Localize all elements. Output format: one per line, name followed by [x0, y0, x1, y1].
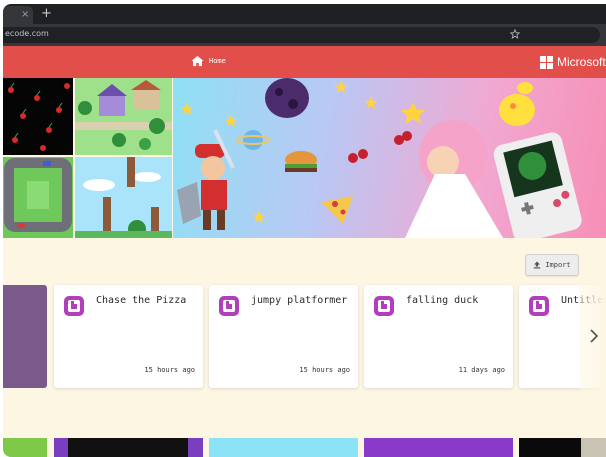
- brand-label: Microsoft: [557, 55, 606, 69]
- hero-tile-racing: [3, 157, 73, 238]
- microsoft-squares-icon: [540, 55, 553, 69]
- characters-artwork: [177, 78, 582, 238]
- project-timestamp: 15 hours ago: [144, 366, 195, 374]
- home-button[interactable]: Home: [191, 55, 226, 67]
- village-image: [75, 78, 172, 155]
- chevron-right-icon[interactable]: [589, 328, 599, 344]
- project-card[interactable]: falling duck 11 days ago: [364, 285, 513, 388]
- gallery-thumbnail[interactable]: [519, 438, 606, 457]
- hero-tile-village: [75, 78, 172, 155]
- star-icon[interactable]: [510, 29, 520, 39]
- app-header: Home Microsoft: [3, 46, 606, 78]
- url-text: ecode.com: [5, 29, 49, 38]
- import-label: Import: [545, 261, 571, 269]
- hero-tile-platformer: [75, 157, 172, 238]
- racing-track-image: [4, 158, 72, 232]
- browser-tab[interactable]: ×: [3, 6, 33, 24]
- project-title: falling duck: [406, 295, 479, 306]
- project-icon: [374, 296, 394, 316]
- project-icon: [529, 296, 549, 316]
- home-label: Home: [209, 57, 226, 65]
- gallery-thumbnail[interactable]: [54, 438, 203, 457]
- home-icon: [191, 55, 204, 67]
- project-timestamp: 15 hours ago: [299, 366, 350, 374]
- project-title: Chase the Pizza: [96, 295, 187, 306]
- hero-illustration: [173, 78, 606, 238]
- tab-close-icon[interactable]: ×: [21, 8, 29, 22]
- hero-tile-cherries: [3, 78, 73, 155]
- project-title: jumpy platformer: [251, 295, 348, 306]
- microsoft-logo[interactable]: Microsoft: [540, 55, 606, 69]
- upload-icon: [534, 261, 541, 269]
- gallery-thumbnail[interactable]: [3, 438, 47, 457]
- new-tab-icon[interactable]: +: [41, 7, 52, 21]
- hero-banner[interactable]: [3, 78, 606, 238]
- url-field[interactable]: ecode.com: [3, 27, 600, 43]
- project-card[interactable]: Chase the Pizza 15 hours ago: [54, 285, 203, 388]
- project-card-partial[interactable]: [3, 285, 47, 388]
- platformer-image: [75, 157, 172, 238]
- project-card[interactable]: jumpy platformer 15 hours ago: [209, 285, 358, 388]
- gallery-thumbnail[interactable]: [364, 438, 513, 457]
- browser-tab-bar: × +: [3, 4, 606, 24]
- address-bar: ecode.com: [3, 24, 606, 46]
- browser-window: × + ecode.com Home Microsoft Import Chas…: [3, 4, 606, 457]
- project-icon: [219, 296, 239, 316]
- import-button[interactable]: Import: [525, 254, 579, 276]
- project-icon: [64, 296, 84, 316]
- cherry-pattern-image: [8, 82, 70, 151]
- gallery-thumbnail[interactable]: [209, 438, 358, 457]
- project-timestamp: 11 days ago: [458, 366, 505, 374]
